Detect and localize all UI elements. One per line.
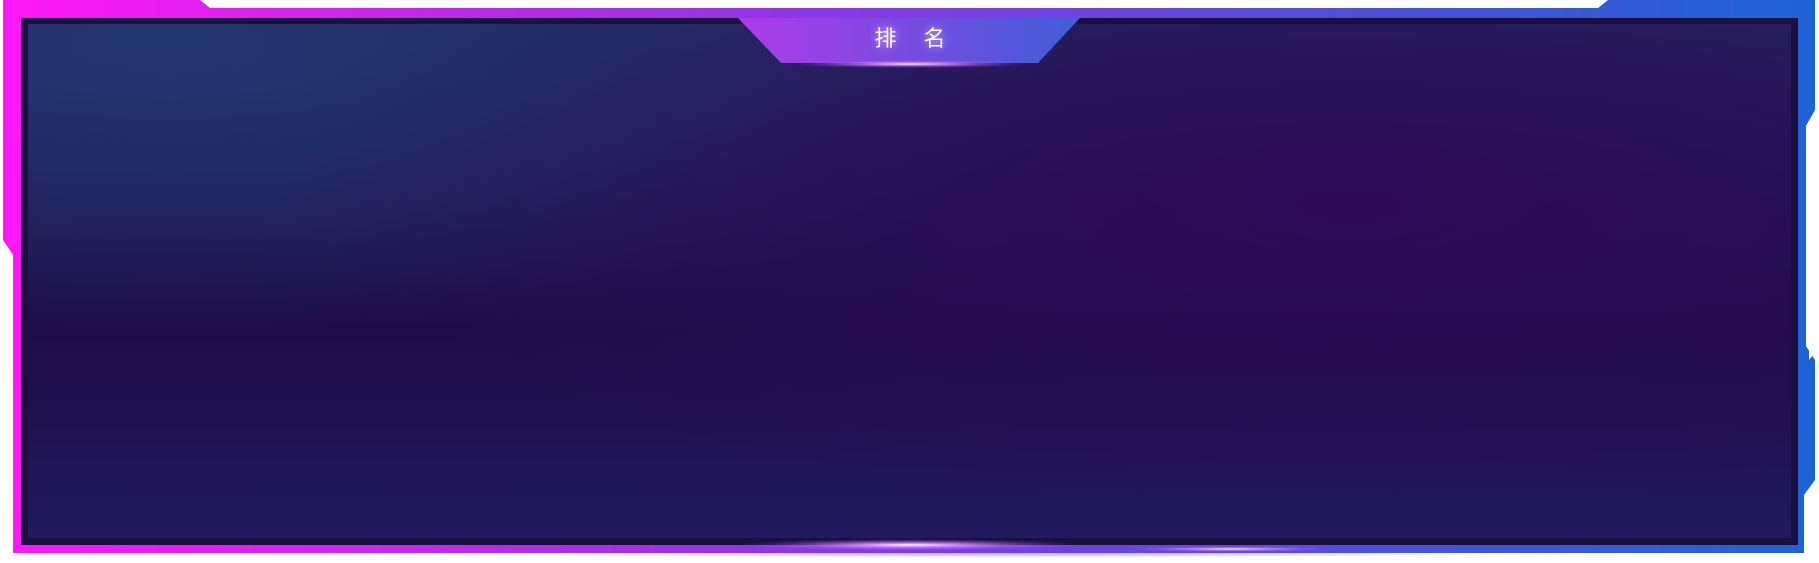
panel-glow-right — [28, 24, 1791, 538]
title-glow — [790, 60, 1030, 68]
panel-frame — [0, 0, 1819, 558]
right-hatch-stripes — [1809, 112, 1819, 360]
bottom-glow-secondary — [1120, 546, 1340, 552]
bottom-glow-main — [740, 539, 1080, 551]
panel-title: 排 名 — [874, 27, 956, 52]
left-hatch-stripes — [0, 250, 9, 449]
ranking-panel: 排 名 — [0, 0, 1819, 563]
